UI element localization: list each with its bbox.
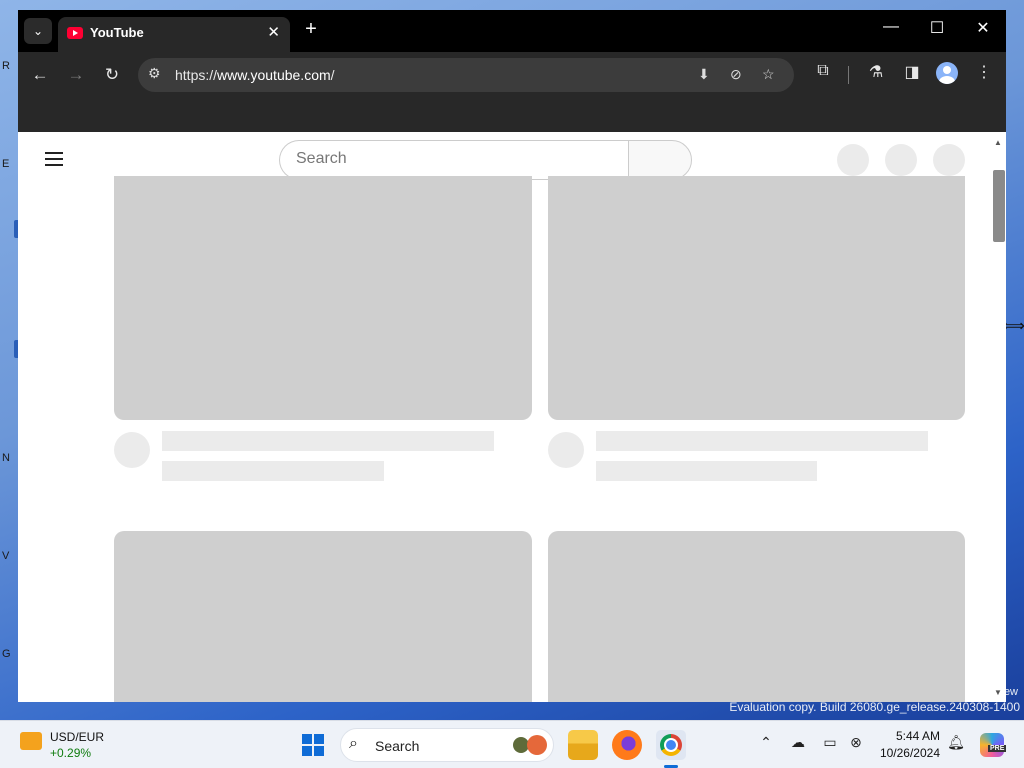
channel-avatar-placeholder	[548, 432, 584, 468]
desktop-icon-label[interactable]: V	[2, 550, 9, 562]
bookmark-star-icon[interactable]: ☆	[762, 66, 775, 83]
labs-flask-icon[interactable]: ⚗	[864, 62, 888, 82]
title-bar: ⌄ YouTube ✕ + — ☐ ✕	[18, 10, 1006, 52]
site-info-icon[interactable]: ⚙	[148, 65, 161, 82]
browser-window: ⌄ YouTube ✕ + — ☐ ✕ ← → ↻ ⚙ https://www.…	[18, 10, 1006, 702]
url-text[interactable]: https://www.youtube.com/	[175, 67, 335, 83]
browser-toolbar: ← → ↻ ⚙ https://www.youtube.com/ ⬇ ⊘ ☆ ⧉…	[18, 52, 1006, 132]
tab-search-button[interactable]: ⌄	[24, 18, 52, 44]
desktop-icon-label[interactable]: E	[2, 158, 9, 170]
header-placeholder-button[interactable]	[837, 144, 869, 176]
maximize-button[interactable]: ☐	[922, 18, 952, 38]
video-thumbnail-placeholder[interactable]	[114, 176, 532, 420]
scroll-down-icon[interactable]: ▼	[994, 688, 1002, 697]
file-explorer-icon[interactable]	[568, 730, 598, 760]
search-input[interactable]	[296, 150, 616, 168]
tab-close-icon[interactable]: ✕	[267, 23, 280, 41]
copilot-badge: PRE	[988, 745, 1007, 752]
chevron-up-icon[interactable]: ⌃	[756, 734, 776, 751]
header-placeholder-button[interactable]	[885, 144, 917, 176]
tab-title: YouTube	[90, 25, 144, 40]
onedrive-icon[interactable]: ☁	[788, 734, 808, 751]
taskbar-search[interactable]: ⌕ Search	[340, 728, 554, 762]
video-thumbnail-placeholder[interactable]	[548, 176, 965, 420]
tracking-protection-icon[interactable]: ⊘	[730, 66, 742, 83]
chrome-icon[interactable]	[656, 730, 686, 760]
desktop-icon-label[interactable]: R	[2, 60, 10, 72]
search-highlight-icon	[527, 735, 547, 755]
tab-youtube[interactable]: YouTube ✕	[58, 17, 290, 52]
reload-button[interactable]: ↻	[98, 62, 126, 88]
taskbar: USD/EUR +0.29% ⌕ Search ⌃ ☁ ▭ ⊗ 5:44 AM …	[0, 720, 1024, 768]
back-button[interactable]: ←	[26, 62, 54, 88]
scrollbar-thumb[interactable]	[993, 170, 1005, 242]
firefox-icon[interactable]	[612, 730, 642, 760]
volume-muted-icon[interactable]: ⊗	[846, 734, 866, 751]
video-thumbnail-placeholder[interactable]	[114, 531, 532, 702]
side-panel-icon[interactable]: ◨	[900, 62, 924, 82]
scroll-up-icon[interactable]: ▲	[994, 138, 1002, 147]
extensions-icon[interactable]: ⧉	[811, 62, 835, 80]
menu-kebab-icon[interactable]: ⋮	[972, 62, 996, 82]
taskbar-search-label: Search	[375, 738, 420, 754]
youtube-favicon-icon	[67, 27, 83, 39]
install-app-icon[interactable]: ⬇	[698, 66, 710, 83]
video-thumbnail-placeholder[interactable]	[548, 531, 965, 702]
title-placeholder	[596, 431, 928, 451]
header-placeholder-button[interactable]	[933, 144, 965, 176]
channel-avatar-placeholder	[114, 432, 150, 468]
desktop-icon-label[interactable]: G	[2, 648, 11, 660]
clock-date[interactable]: 10/26/2024	[868, 746, 940, 760]
currency-widget-icon[interactable]	[20, 732, 42, 750]
meta-placeholder	[596, 461, 817, 481]
youtube-search-box	[279, 140, 628, 180]
minimize-button[interactable]: —	[876, 18, 906, 36]
address-bar[interactable]: ⚙ https://www.youtube.com/ ⬇ ⊘ ☆	[138, 58, 794, 92]
forward-button[interactable]: →	[62, 62, 90, 88]
widget-value[interactable]: +0.29%	[50, 746, 91, 760]
page-viewport	[18, 132, 990, 702]
hamburger-menu-icon[interactable]	[45, 152, 63, 166]
toolbar-separator	[848, 66, 849, 84]
search-button[interactable]	[628, 140, 692, 180]
close-window-button[interactable]: ✕	[968, 18, 998, 38]
title-placeholder	[162, 431, 494, 451]
page-scrollbar[interactable]: ▲ ▼	[990, 132, 1006, 702]
desktop-icon-label[interactable]: N	[2, 452, 10, 464]
widget-title[interactable]: USD/EUR	[50, 730, 104, 744]
meta-placeholder	[162, 461, 384, 481]
notification-bell-icon[interactable]: 🔔︎	[946, 734, 966, 751]
clock-time[interactable]: 5:44 AM	[868, 729, 940, 743]
watermark-tail: ew	[1003, 686, 1018, 698]
new-tab-button[interactable]: +	[300, 18, 322, 44]
evaluation-watermark: Evaluation copy. Build 26080.ge_release.…	[729, 700, 1020, 714]
network-icon[interactable]: ▭	[820, 734, 840, 751]
start-button[interactable]	[302, 734, 324, 756]
copilot-icon[interactable]: PRE	[980, 733, 1007, 757]
search-icon: ⌕	[349, 735, 358, 752]
profile-avatar-icon[interactable]	[936, 62, 958, 84]
